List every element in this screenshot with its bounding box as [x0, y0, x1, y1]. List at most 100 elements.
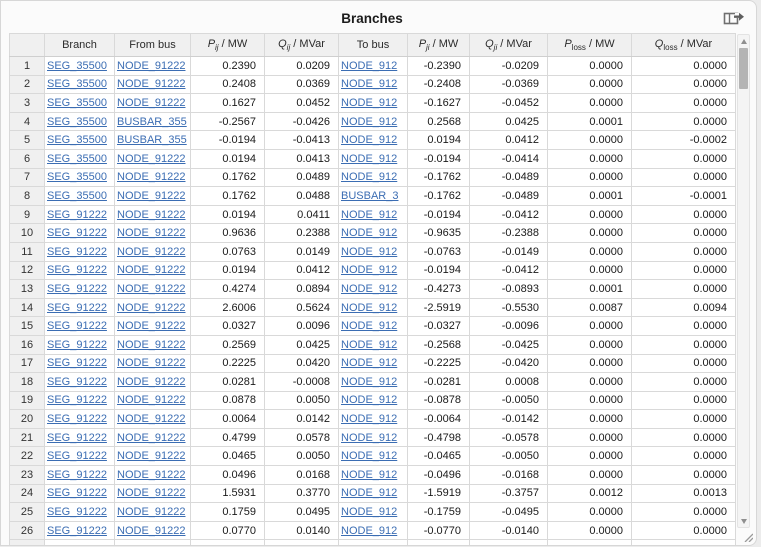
from-bus-link[interactable]: NODE_91222 — [117, 246, 186, 258]
to-bus-link[interactable]: NODE_912 — [341, 339, 397, 351]
branch-link[interactable]: SEG_35500 — [47, 171, 107, 183]
branch-link[interactable]: SEG_91222 — [47, 264, 107, 276]
branch-link[interactable]: SEG_91222 — [47, 469, 107, 481]
row-index — [9, 539, 45, 545]
from-bus-link[interactable]: NODE_91222 — [117, 190, 186, 202]
from-bus-link[interactable]: NODE_91222 — [117, 376, 186, 388]
to-bus-link[interactable]: NODE_912 — [341, 227, 397, 239]
branch-link[interactable]: SEG_91222 — [47, 246, 107, 258]
to-bus-link[interactable]: NODE_912 — [341, 264, 397, 276]
to-bus-link[interactable]: NODE_912 — [341, 394, 397, 406]
branch-link[interactable]: SEG_91222 — [47, 357, 107, 369]
from-bus-link[interactable]: NODE_91222 — [117, 320, 186, 332]
to-bus-link[interactable]: NODE_912 — [341, 320, 397, 332]
to-bus-link[interactable]: NODE_912 — [341, 134, 397, 146]
branch-link[interactable]: SEG_91222 — [47, 506, 107, 518]
to-bus-link[interactable]: NODE_912 — [341, 525, 397, 537]
from-bus-link[interactable]: NODE_91222 — [117, 357, 186, 369]
to-bus-link[interactable]: NODE_912 — [341, 413, 397, 425]
to-bus-link[interactable]: NODE_912 — [341, 469, 397, 481]
branch-link[interactable]: SEG_91222 — [47, 450, 107, 462]
ploss-value: 0.0000 — [547, 167, 632, 188]
qij-value: 0.0369 — [264, 74, 339, 95]
from-bus-link[interactable]: NODE_91222 — [117, 283, 186, 295]
branch-link[interactable]: SEG_91222 — [47, 487, 107, 499]
from-bus-link[interactable]: NODE_91222 — [117, 450, 186, 462]
from-bus-link[interactable]: NODE_91222 — [117, 78, 186, 90]
from-bus-link[interactable]: NODE_91222 — [117, 264, 186, 276]
from-bus-link[interactable]: NODE_91222 — [117, 339, 186, 351]
scrollbar-thumb[interactable] — [739, 48, 748, 89]
to-bus-link[interactable]: NODE_912 — [341, 432, 397, 444]
column-header: Qji / MVar — [469, 33, 548, 57]
from-bus-link[interactable]: NODE_91222 — [117, 469, 186, 481]
vertical-scrollbar[interactable] — [737, 34, 750, 528]
to-bus-link[interactable]: NODE_912 — [341, 209, 397, 221]
to-bus-link[interactable]: NODE_912 — [341, 171, 397, 183]
branch-link[interactable]: SEG_35500 — [47, 190, 107, 202]
to-bus-link[interactable]: NODE_912 — [341, 153, 397, 165]
pij-value: 1.5931 — [190, 483, 265, 504]
column-header: To bus — [338, 33, 408, 57]
branch-link[interactable]: SEG_91222 — [47, 302, 107, 314]
branch-link[interactable]: SEG_35500 — [47, 97, 107, 109]
pij-value: 0.9636 — [190, 223, 265, 243]
from-bus-link[interactable]: NODE_91222 — [117, 394, 186, 406]
branch-link[interactable]: SEG_91222 — [47, 413, 107, 425]
ploss-value: 0.0000 — [547, 409, 632, 429]
from-bus-link[interactable]: NODE_91222 — [117, 171, 186, 183]
export-table-button[interactable] — [722, 9, 746, 29]
from-bus-link[interactable]: NODE_91222 — [117, 487, 186, 499]
qji-value: -0.0414 — [469, 148, 548, 169]
row-index: 23 — [9, 465, 45, 485]
from-bus-link[interactable]: NODE_91222 — [117, 302, 186, 314]
to-bus-link[interactable]: NODE_912 — [341, 60, 397, 72]
to-bus-link[interactable]: NODE_912 — [341, 302, 397, 314]
pij-value: 0.1627 — [190, 93, 265, 113]
ploss-value: 0.0001 — [547, 186, 632, 206]
to-bus-link[interactable]: NODE_912 — [341, 450, 397, 462]
branch-link[interactable]: SEG_91222 — [47, 320, 107, 332]
from-bus-link[interactable]: NODE_91222 — [117, 506, 186, 518]
scroll-down-arrow[interactable] — [738, 515, 749, 526]
to-bus-link[interactable]: NODE_912 — [341, 246, 397, 258]
to-bus-link[interactable]: NODE_912 — [341, 78, 397, 90]
pij-value: 0.0194 — [190, 148, 265, 169]
from-bus-link[interactable]: NODE_91222 — [117, 525, 186, 537]
branch-link[interactable]: SEG_35500 — [47, 153, 107, 165]
branch-link[interactable]: SEG_35500 — [47, 78, 107, 90]
branch-link[interactable]: SEG_91222 — [47, 376, 107, 388]
branch-link[interactable]: SEG_91222 — [47, 394, 107, 406]
from-bus-link[interactable]: NODE_91222 — [117, 413, 186, 425]
pji-value: -0.0770 — [407, 520, 470, 541]
branch-link[interactable]: SEG_35500 — [47, 134, 107, 146]
to-bus-link[interactable]: NODE_912 — [341, 97, 397, 109]
to-bus-link[interactable]: NODE_912 — [341, 116, 397, 128]
to-bus-link[interactable]: NODE_912 — [341, 487, 397, 499]
branch-link[interactable]: SEG_91222 — [47, 209, 107, 221]
from-bus-link[interactable]: BUSBAR_355 — [117, 116, 187, 128]
ploss-value: 0.0000 — [547, 241, 632, 262]
branch-link[interactable]: SEG_91222 — [47, 432, 107, 444]
branch-link[interactable]: SEG_91222 — [47, 283, 107, 295]
to-bus-link[interactable]: NODE_912 — [341, 376, 397, 388]
from-bus-link[interactable]: NODE_91222 — [117, 432, 186, 444]
to-bus-link[interactable]: NODE_912 — [341, 357, 397, 369]
to-bus-link[interactable]: NODE_912 — [341, 283, 397, 295]
scroll-up-arrow[interactable] — [738, 36, 749, 47]
branch-link[interactable]: SEG_35500 — [47, 60, 107, 72]
from-bus-link[interactable]: NODE_91222 — [117, 97, 186, 109]
from-bus-link[interactable]: BUSBAR_355 — [117, 134, 187, 146]
branch-link[interactable]: SEG_91222 — [47, 339, 107, 351]
from-bus-link[interactable]: NODE_91222 — [117, 153, 186, 165]
branch-link[interactable]: SEG_91222 — [47, 227, 107, 239]
from-bus-link[interactable]: NODE_91222 — [117, 227, 186, 239]
to-bus-link[interactable]: NODE_912 — [341, 506, 397, 518]
from-bus-link[interactable]: NODE_91222 — [117, 209, 186, 221]
branch-link[interactable]: SEG_91222 — [47, 525, 107, 537]
branch-link[interactable]: SEG_35500 — [47, 116, 107, 128]
resize-grip-icon[interactable] — [743, 532, 753, 542]
to-bus-link[interactable]: BUSBAR_3 — [341, 190, 398, 202]
from-bus-link[interactable]: NODE_91222 — [117, 60, 186, 72]
pij-value: 0.0194 — [190, 204, 265, 225]
